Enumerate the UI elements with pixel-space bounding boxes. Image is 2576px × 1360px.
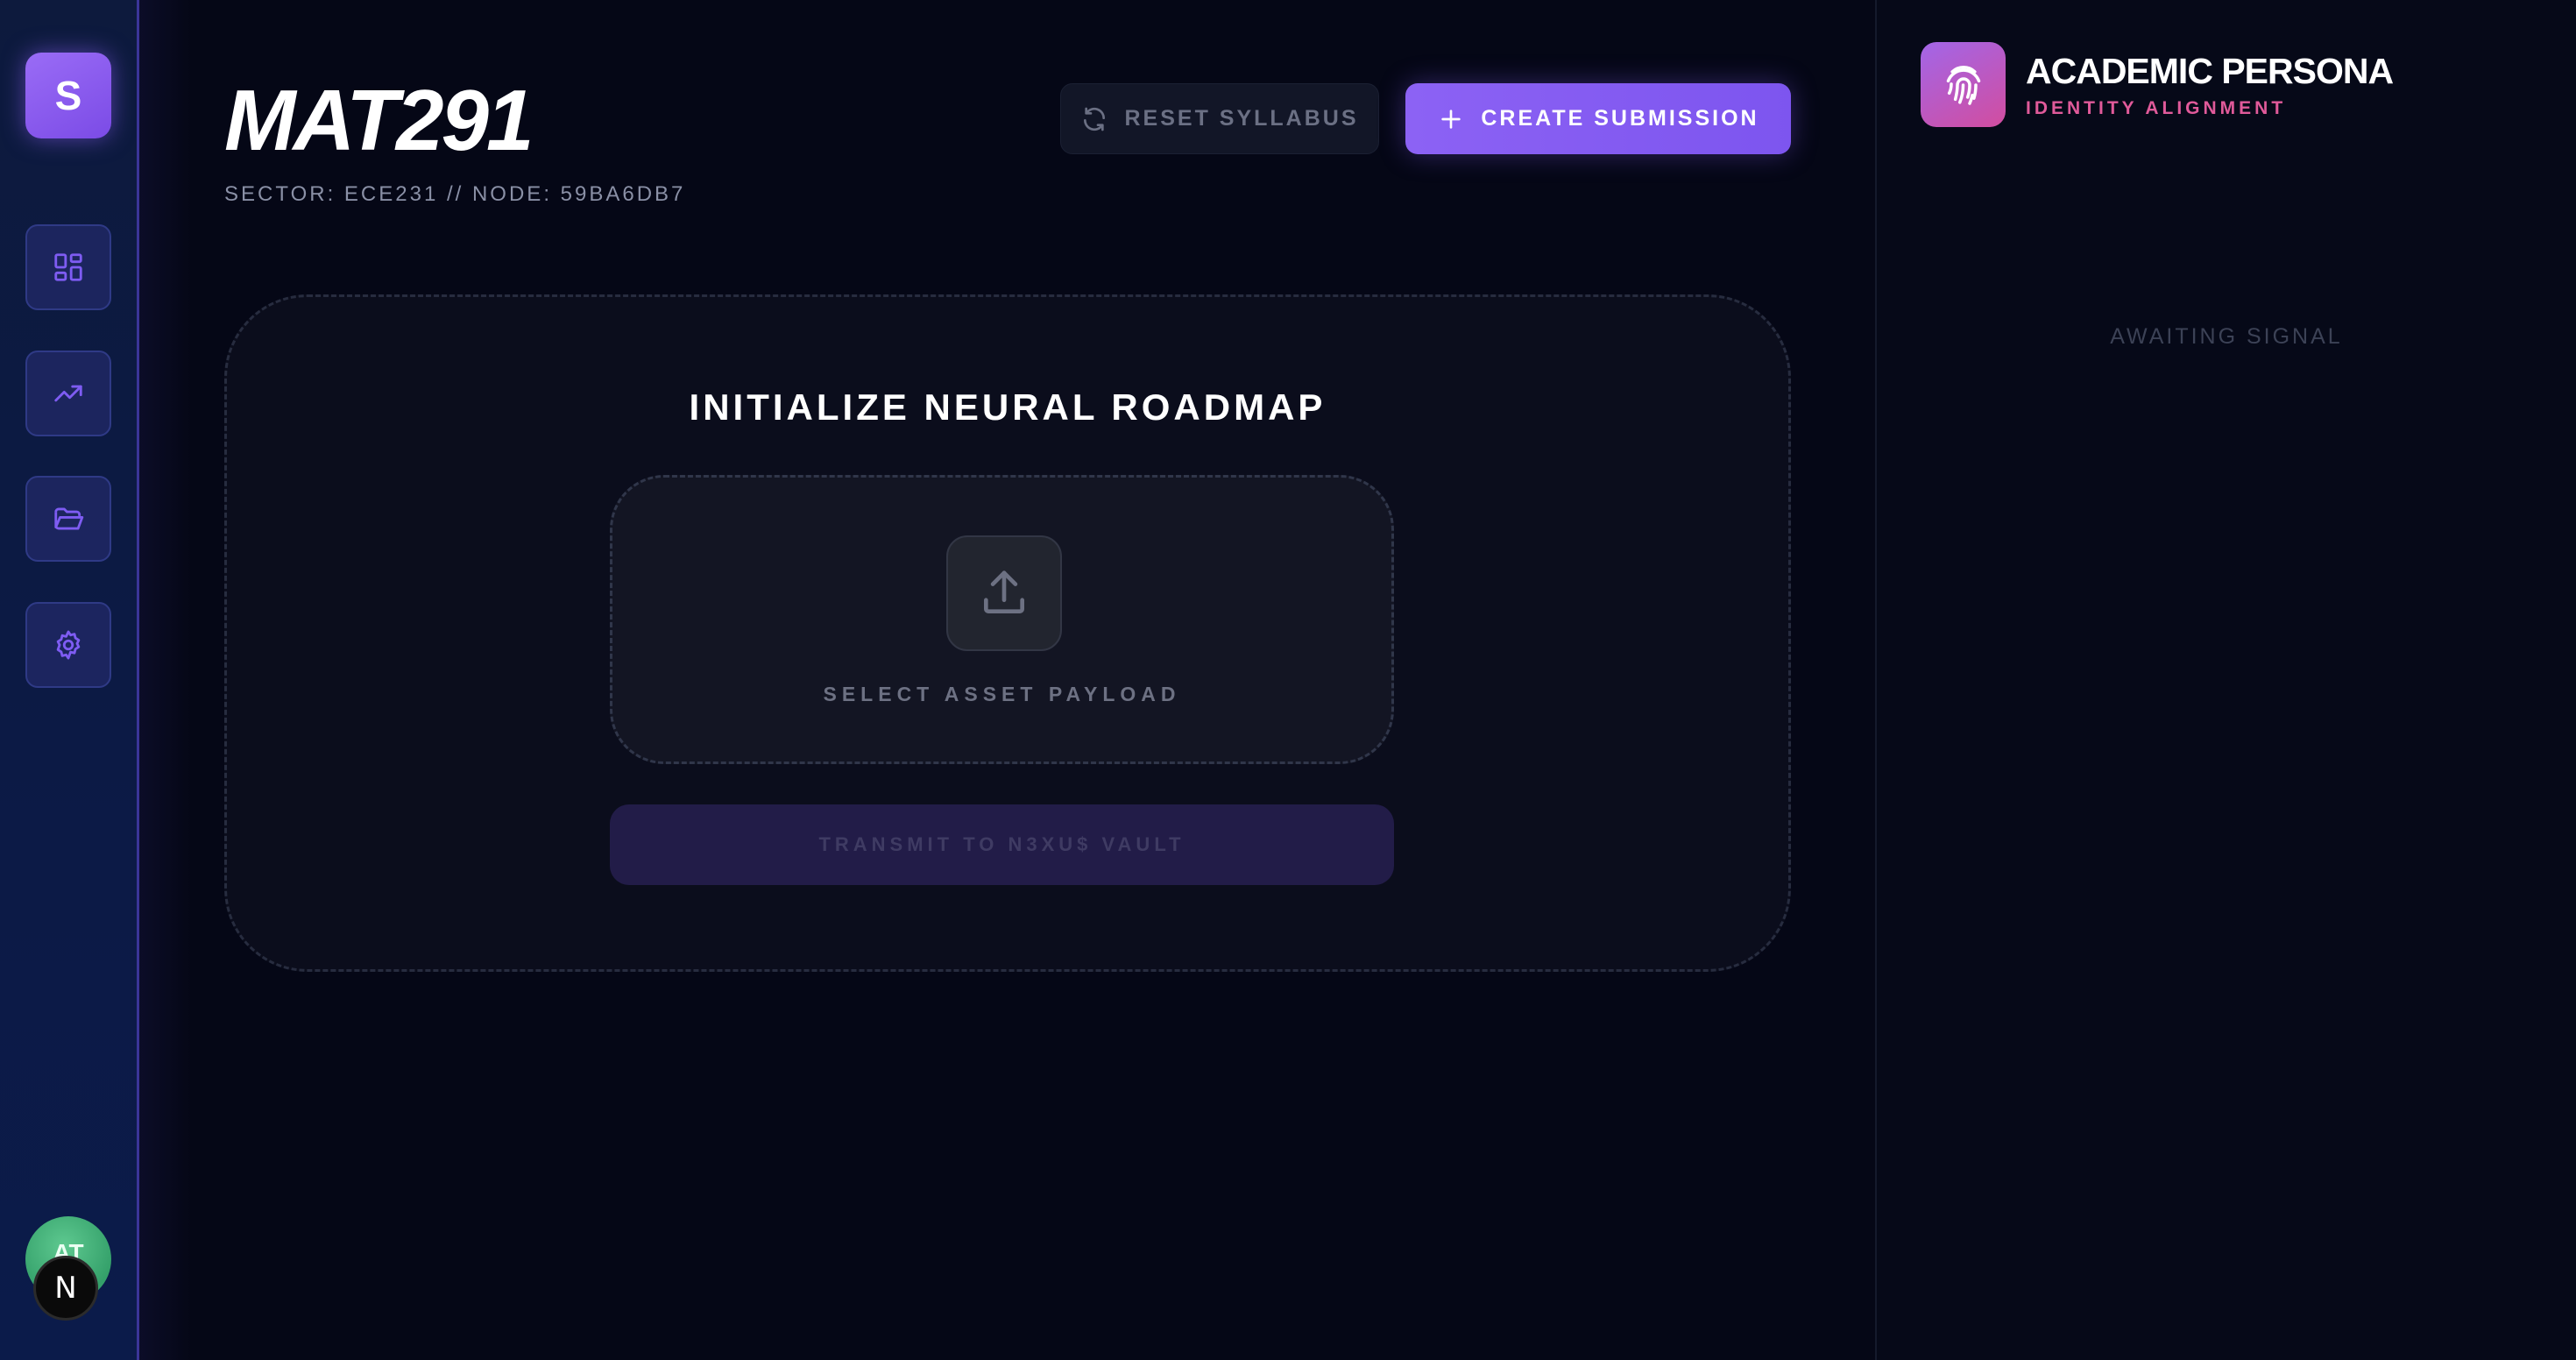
trending-up-icon: [54, 385, 82, 402]
file-dropzone[interactable]: SELECT ASSET PAYLOAD: [610, 475, 1394, 764]
logo-button[interactable]: S: [25, 53, 111, 138]
badge-letter: N: [54, 1271, 77, 1306]
upload-icon: [984, 570, 1024, 613]
upload-button[interactable]: [946, 535, 1062, 651]
reset-syllabus-button[interactable]: RESET SYLLABUS: [1060, 83, 1379, 154]
create-submission-label: CREATE SUBMISSION: [1481, 106, 1759, 131]
persona-icon-box: [1921, 42, 2006, 127]
persona-panel: ACADEMIC PERSONA IDENTITY ALIGNMENT AWAI…: [1875, 0, 2576, 1360]
create-submission-button[interactable]: CREATE SUBMISSION: [1405, 83, 1791, 154]
dashboard-icon: [54, 253, 82, 281]
main-content: MAT291 SECTOR: ECE231 // NODE: 59BA6DB7 …: [142, 0, 1875, 1360]
persona-subtitle: IDENTITY ALIGNMENT: [2026, 98, 2287, 118]
roadmap-title: INITIALIZE NEURAL ROADMAP: [689, 386, 1327, 428]
page-title: MAT291: [224, 72, 534, 168]
page-subtitle: SECTOR: ECE231 // NODE: 59BA6DB7: [224, 182, 686, 206]
transmit-label: TRANSMIT TO N3XU$ VAULT: [818, 833, 1185, 855]
persona-status: AWAITING SIGNAL: [2110, 324, 2343, 349]
reset-syllabus-label: RESET SYLLABUS: [1124, 106, 1359, 131]
plus-icon: [1441, 109, 1461, 129]
persona-title: ACADEMIC PERSONA: [2026, 51, 2394, 91]
nav-settings-button[interactable]: [25, 602, 111, 688]
fingerprint-icon: [1946, 65, 1980, 105]
transmit-button[interactable]: TRANSMIT TO N3XU$ VAULT: [610, 804, 1394, 885]
nav-analytics-button[interactable]: [25, 351, 111, 436]
logo-letter: S: [54, 73, 82, 118]
roadmap-card: INITIALIZE NEURAL ROADMAP SELECT ASSET P…: [224, 294, 1791, 972]
n-badge-button[interactable]: N: [33, 1256, 98, 1321]
nav-dashboard-button[interactable]: [25, 224, 111, 310]
refresh-icon: [1084, 107, 1106, 131]
nav-files-button[interactable]: [25, 476, 111, 562]
gear-icon: [56, 630, 81, 660]
app-window: S AT N MAT291 SECTOR: ECE231 // NODE: 59…: [0, 0, 2576, 1360]
folder-open-icon: [54, 507, 84, 530]
sidebar: S AT N: [0, 0, 139, 1360]
dropzone-label: SELECT ASSET PAYLOAD: [823, 683, 1181, 705]
